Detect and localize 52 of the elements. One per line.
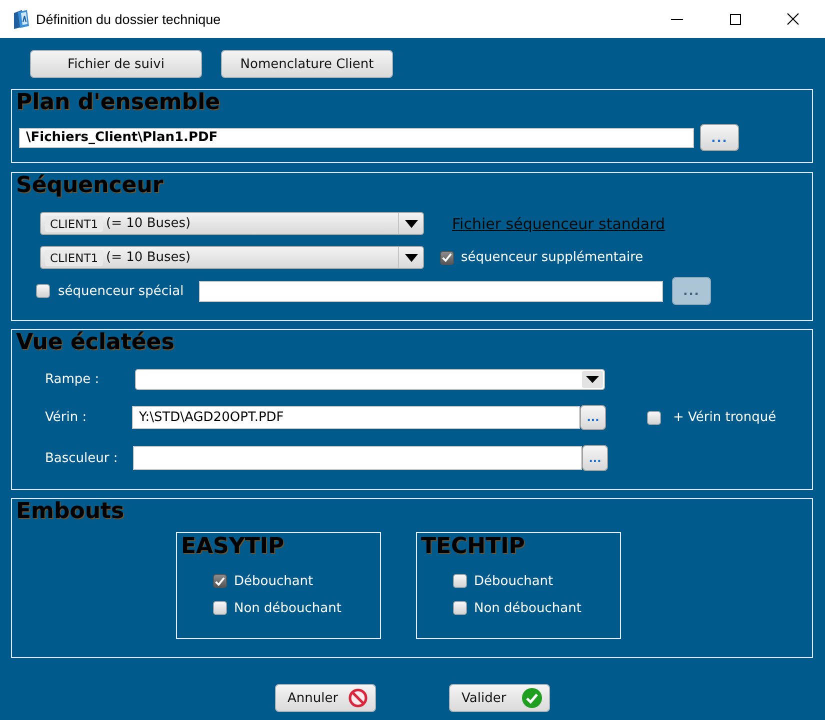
checkbox-label: séquenceur supplémentaire bbox=[461, 250, 644, 265]
caret-icon bbox=[582, 371, 603, 388]
file-path-field[interactable]: Y:\STD\AGD20OPT.PDF bbox=[132, 406, 580, 429]
field-label: Rampe : bbox=[45, 372, 100, 387]
checkbox-label: + Vérin tronqué bbox=[673, 410, 776, 425]
prohibited-icon bbox=[348, 688, 368, 708]
cancel-button[interactable]: Annuler bbox=[274, 684, 376, 712]
maximize-icon[interactable] bbox=[730, 14, 740, 24]
checkbox[interactable] bbox=[36, 284, 50, 298]
minimize-icon[interactable] bbox=[671, 18, 683, 20]
field-label: Basculeur : bbox=[45, 450, 119, 466]
file-path-field[interactable]: \Fichiers_Client\Plan1.PDF bbox=[19, 128, 694, 148]
browse-button[interactable]: ... bbox=[580, 405, 606, 430]
section-title: Plan d'ensemble bbox=[16, 90, 222, 116]
browse-button[interactable]: ... bbox=[700, 124, 739, 151]
input-field[interactable] bbox=[199, 280, 663, 302]
dropdown[interactable]: CLIENT1 (= 10 Buses) bbox=[40, 246, 424, 269]
checkbox-label: Débouchant bbox=[474, 574, 554, 588]
section-title: Séquenceur bbox=[16, 173, 164, 199]
caret-icon bbox=[405, 254, 418, 262]
check-icon bbox=[442, 253, 452, 262]
client-code-tag: CLIENT1 bbox=[45, 250, 104, 266]
dropdown-value: (= 10 Buses) bbox=[106, 216, 191, 231]
toolbar-button[interactable]: Nomenclature Client bbox=[221, 50, 393, 78]
checkbox-label: séquenceur spécial bbox=[58, 284, 185, 298]
checkbox-label: Non débouchant bbox=[474, 600, 582, 616]
window-title: Définition du dossier technique bbox=[36, 12, 221, 26]
client-code-tag: CLIENT1 bbox=[45, 216, 104, 232]
group-title: EASYTIP bbox=[180, 534, 286, 560]
field-label: Vérin : bbox=[45, 410, 88, 425]
checkbox[interactable] bbox=[440, 250, 454, 264]
checkbox-label: Débouchant bbox=[234, 574, 314, 588]
checkbox[interactable] bbox=[453, 601, 467, 615]
dropdown-value: (= 10 Buses) bbox=[106, 250, 191, 265]
checkbox[interactable] bbox=[213, 574, 227, 588]
validate-button[interactable]: Valider bbox=[448, 684, 550, 712]
group-title: TECHTIP bbox=[420, 534, 526, 560]
checkbox[interactable] bbox=[453, 574, 467, 588]
input-field[interactable] bbox=[133, 446, 582, 470]
section-title: Vue éclatées bbox=[16, 330, 176, 356]
check-icon bbox=[215, 576, 225, 586]
section-title: Embouts bbox=[16, 499, 126, 525]
browse-button[interactable]: ... bbox=[582, 445, 608, 471]
check-icon bbox=[522, 688, 542, 708]
toolbar-button[interactable]: Fichier de suivi bbox=[30, 50, 202, 78]
checkbox[interactable] bbox=[647, 410, 661, 424]
caret-icon bbox=[405, 220, 418, 228]
checkbox-label: Non débouchant bbox=[234, 600, 342, 616]
app-book-icon bbox=[12, 9, 31, 29]
dropdown[interactable]: CLIENT1 (= 10 Buses) bbox=[40, 212, 424, 235]
close-icon[interactable] bbox=[787, 13, 799, 25]
checkbox[interactable] bbox=[213, 601, 227, 615]
